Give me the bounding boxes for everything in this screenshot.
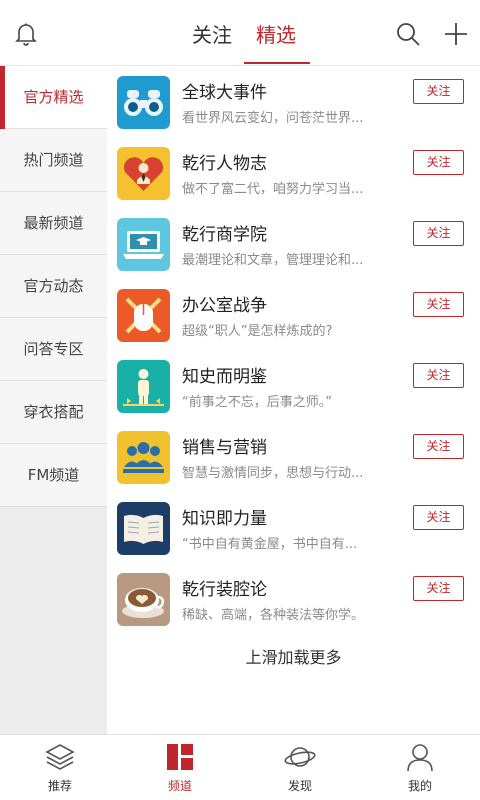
channel-title: 乾行装腔论 [182, 580, 267, 600]
coffee-cup-icon [117, 573, 170, 626]
list-item[interactable]: 知识即力量 “书中自有黄金屋，书中自有... 关注 [107, 492, 480, 563]
nav-recommend[interactable]: 推荐 [0, 735, 120, 800]
follow-button[interactable]: 关注 [413, 505, 464, 530]
follow-button[interactable]: 关注 [413, 434, 464, 459]
nav-label: 频道 [167, 779, 192, 793]
history-figure-icon [117, 360, 170, 413]
binoculars-icon [117, 76, 170, 129]
sidebar-item-official-picks[interactable]: 官方精选 [0, 66, 107, 129]
list-item[interactable]: 销售与营销 智慧与激情同步，思想与行动... 关注 [107, 421, 480, 492]
follow-button[interactable]: 关注 [413, 576, 464, 601]
list-item[interactable]: 全球大事件 看世界风云变幻，问苍茫世界... 关注 [107, 66, 480, 137]
sidebar-item-qa[interactable]: 问答专区 [0, 318, 107, 381]
bottom-navigation: 推荐 频道 发现 我的 [0, 734, 480, 800]
nav-channels[interactable]: 频道 [120, 735, 240, 800]
nav-me[interactable]: 我的 [360, 735, 480, 800]
sidebar-item-hot-channels[interactable]: 热门频道 [0, 129, 107, 192]
channel-description: 稀缺、高端，各种装法等你学。 [182, 608, 365, 623]
channel-description: 最潮理论和文章，管理理论和... [182, 253, 364, 268]
list-item[interactable]: 乾行人物志 做不了富二代，咱努力学习当... 关注 [107, 137, 480, 208]
list-item[interactable]: 乾行装腔论 稀缺、高端，各种装法等你学。 关注 [107, 563, 480, 634]
layers-icon [44, 741, 76, 773]
list-item[interactable]: 乾行商学院 最潮理论和文章，管理理论和... 关注 [107, 208, 480, 279]
grid-blocks-icon [164, 741, 196, 773]
channel-title: 办公室战争 [182, 296, 267, 316]
tab-featured[interactable]: 精选 [244, 0, 310, 66]
channel-title: 销售与营销 [182, 438, 267, 458]
channel-description: “书中自有黄金屋，书中自有... [182, 537, 358, 552]
channel-title: 全球大事件 [182, 83, 267, 103]
channel-description: 超级“职人”是怎样炼成的? [182, 324, 333, 339]
bell-icon[interactable] [10, 18, 42, 50]
follow-button[interactable]: 关注 [413, 150, 464, 175]
nav-discover[interactable]: 发现 [240, 735, 360, 800]
sidebar-item-official-news[interactable]: 官方动态 [0, 255, 107, 318]
follow-button[interactable]: 关注 [413, 363, 464, 388]
follow-button[interactable]: 关注 [413, 221, 464, 246]
channel-list: 全球大事件 看世界风云变幻，问苍茫世界... 关注 乾行人物志 做不了富二代，咱… [107, 66, 480, 734]
planet-icon [284, 741, 316, 773]
channel-title: 乾行人物志 [182, 154, 267, 174]
list-item[interactable]: 办公室战争 超级“职人”是怎样炼成的? 关注 [107, 279, 480, 350]
tab-follow[interactable]: 关注 [186, 0, 238, 66]
plus-icon[interactable] [440, 18, 472, 50]
follow-button[interactable]: 关注 [413, 79, 464, 104]
list-item[interactable]: 知史而明鉴 “前事之不忘，后事之师。” 关注 [107, 350, 480, 421]
nav-label: 我的 [407, 779, 432, 793]
nav-label: 发现 [287, 779, 312, 793]
channel-description: 看世界风云变幻，问苍茫世界... [182, 111, 364, 126]
channel-description: 做不了富二代，咱努力学习当... [182, 182, 364, 197]
channel-description: 智慧与激情同步，思想与行动... [182, 466, 364, 481]
person-heart-icon [117, 147, 170, 200]
top-header: 关注 精选 [0, 0, 480, 66]
laptop-graduation-icon [117, 218, 170, 271]
load-more-hint: 上滑加载更多 [245, 648, 342, 667]
channel-description: “前事之不忘，后事之师。” [182, 395, 332, 410]
team-icon [117, 431, 170, 484]
nav-label: 推荐 [47, 779, 72, 793]
search-icon[interactable] [392, 18, 424, 50]
open-book-icon [117, 502, 170, 555]
sidebar-item-new-channels[interactable]: 最新频道 [0, 192, 107, 255]
mouse-swords-icon [117, 289, 170, 342]
header-tabs: 关注 精选 [180, 0, 310, 66]
category-sidebar: 官方精选 热门频道 最新频道 官方动态 问答专区 穿衣搭配 FM频道 [0, 66, 107, 734]
sidebar-item-fashion[interactable]: 穿衣搭配 [0, 381, 107, 444]
sidebar-item-fm[interactable]: FM频道 [0, 444, 107, 507]
channel-title: 知识即力量 [182, 509, 267, 529]
user-icon [404, 741, 436, 773]
channel-title: 知史而明鉴 [182, 367, 267, 387]
follow-button[interactable]: 关注 [413, 292, 464, 317]
channel-title: 乾行商学院 [182, 225, 267, 245]
